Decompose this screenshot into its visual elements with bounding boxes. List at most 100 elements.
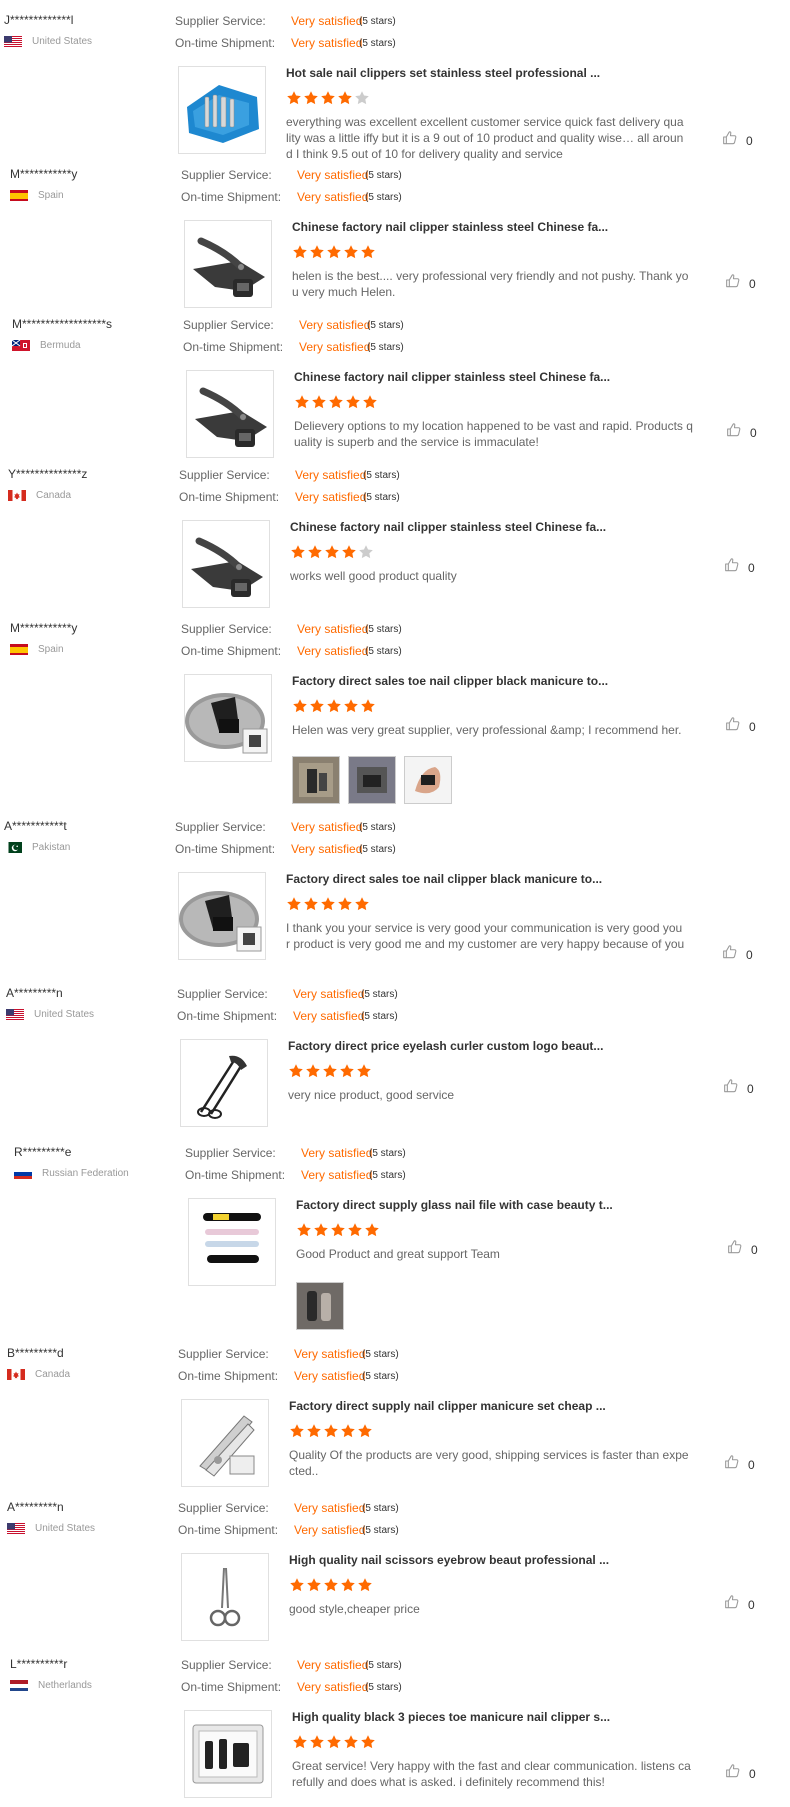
product-title-link[interactable]: Chinese factory nail clipper stainless s… — [294, 370, 610, 384]
supplier-service-label: Supplier Service: — [183, 318, 274, 332]
product-title-link[interactable]: Factory direct sales toe nail clipper bl… — [286, 872, 602, 886]
review-comment: everything was excellent excellent custo… — [286, 115, 684, 161]
on-time-shipment-value: Very satisfied — [295, 490, 367, 504]
star-filled-icon — [340, 1577, 357, 1598]
review-photo[interactable] — [296, 1282, 344, 1330]
like-button[interactable]: 0 — [725, 1763, 756, 1784]
star-filled-icon — [362, 394, 379, 415]
star-filled-icon — [328, 394, 345, 415]
product-title-link[interactable]: Factory direct price eyelash curler cust… — [288, 1039, 603, 1053]
supplier-service-stars-text: (5 stars) — [367, 319, 404, 331]
product-thumbnail[interactable] — [186, 370, 274, 458]
buyer-name: M***********y — [10, 621, 78, 635]
product-title-link[interactable]: Factory direct supply glass nail file wi… — [296, 1198, 613, 1212]
buyer-info: R*********e Russian Federation — [14, 1144, 164, 1180]
like-button[interactable]: 0 — [724, 1594, 755, 1615]
product-thumbnail[interactable] — [181, 1553, 269, 1641]
on-time-shipment-value: Very satisfied — [301, 1168, 373, 1182]
supplier-service-stars-text: (5 stars) — [369, 1147, 406, 1159]
thumbs-up-icon — [724, 1594, 740, 1615]
supplier-service-rating: Supplier Service: Very satisfied (5 stars) — [181, 620, 402, 638]
like-count: 0 — [747, 1081, 754, 1096]
product-title-link[interactable]: High quality nail scissors eyebrow beaut… — [289, 1553, 609, 1567]
on-time-shipment-value: Very satisfied — [297, 190, 369, 204]
like-button[interactable]: 0 — [725, 716, 756, 737]
supplier-service-label: Supplier Service: — [179, 468, 270, 482]
supplier-service-stars-text: (5 stars) — [365, 623, 402, 635]
thumbs-up-icon — [724, 557, 740, 578]
like-count: 0 — [748, 1457, 755, 1472]
on-time-shipment-label: On-time Shipment: — [183, 340, 284, 354]
thumbs-up-icon — [725, 716, 741, 737]
star-filled-icon — [357, 1423, 374, 1444]
review-photo[interactable] — [404, 756, 452, 804]
product-title-link[interactable]: Factory direct sales toe nail clipper bl… — [292, 674, 608, 688]
product-title-link[interactable]: Factory direct supply nail clipper manic… — [289, 1399, 606, 1413]
star-filled-icon — [326, 698, 343, 719]
star-filled-icon — [303, 896, 320, 917]
like-button[interactable]: 0 — [722, 944, 753, 965]
review-photo[interactable] — [292, 756, 340, 804]
on-time-shipment-rating: On-time Shipment: Very satisfied (5 stars) — [178, 1521, 399, 1539]
review-card: R*********e Russian Federation Supplier Se… — [0, 1144, 790, 1330]
star-filled-icon — [286, 896, 303, 917]
buyer-name: B*********d — [7, 1346, 64, 1360]
supplier-service-value: Very satisfied — [293, 987, 365, 1001]
on-time-shipment-rating: On-time Shipment: Very satisfied (5 stars) — [181, 642, 402, 660]
star-filled-icon — [313, 1222, 330, 1243]
star-filled-icon — [320, 90, 337, 111]
like-button[interactable]: 0 — [724, 557, 755, 578]
review-comment: Delievery options to my location happene… — [294, 419, 693, 449]
country-flag-icon — [10, 189, 28, 201]
like-button[interactable]: 0 — [724, 1454, 755, 1475]
product-thumbnail[interactable] — [188, 1198, 276, 1286]
product-thumbnail[interactable] — [184, 1710, 272, 1798]
thumbs-up-icon — [723, 1078, 739, 1099]
review-photos — [292, 756, 460, 804]
like-count: 0 — [749, 719, 756, 734]
star-filled-icon — [322, 1063, 339, 1084]
buyer-country: Russian Federation — [14, 1166, 164, 1180]
like-button[interactable]: 0 — [723, 1078, 754, 1099]
product-thumbnail[interactable] — [178, 872, 266, 960]
like-button[interactable]: 0 — [726, 422, 757, 443]
like-button[interactable]: 0 — [722, 130, 753, 151]
on-time-shipment-stars-text: (5 stars) — [367, 341, 404, 353]
supplier-service-stars-text: (5 stars) — [365, 169, 402, 181]
product-title-link[interactable]: Chinese factory nail clipper stainless s… — [290, 520, 606, 534]
review-comment: very nice product, good service — [288, 1088, 455, 1102]
product-thumbnail[interactable] — [184, 674, 272, 762]
product-thumbnail[interactable] — [184, 220, 272, 308]
buyer-info: L**********r Netherlands — [10, 1656, 160, 1692]
on-time-shipment-rating: On-time Shipment: Very satisfied (5 stars) — [175, 840, 396, 858]
supplier-service-value: Very satisfied — [299, 318, 371, 332]
star-filled-icon — [364, 1222, 381, 1243]
product-thumbnail[interactable] — [181, 1399, 269, 1487]
country-flag-icon — [4, 35, 22, 47]
like-button[interactable]: 0 — [725, 273, 756, 294]
buyer-name: M******************s — [12, 317, 113, 331]
buyer-country: Canada — [8, 488, 158, 502]
product-thumbnail[interactable] — [178, 66, 266, 154]
supplier-service-label: Supplier Service: — [185, 1146, 276, 1160]
country-flag-icon — [10, 1679, 28, 1691]
star-filled-icon — [306, 1577, 323, 1598]
product-title-link[interactable]: High quality black 3 pieces toe manicure… — [292, 1710, 610, 1724]
buyer-info: J*************l United States — [4, 12, 154, 48]
review-photo[interactable] — [348, 756, 396, 804]
review-card: A*********n United States Supplier Service… — [0, 985, 790, 1127]
supplier-service-label: Supplier Service: — [181, 622, 272, 636]
review-rating-stars — [288, 1063, 373, 1084]
like-button[interactable]: 0 — [727, 1239, 758, 1260]
star-filled-icon — [360, 1734, 377, 1755]
product-title-link[interactable]: Hot sale nail clippers set stainless ste… — [286, 66, 600, 80]
star-filled-icon — [309, 244, 326, 265]
star-filled-icon — [305, 1063, 322, 1084]
buyer-name: L**********r — [10, 1657, 68, 1671]
supplier-service-label: Supplier Service: — [175, 14, 266, 28]
star-filled-icon — [354, 896, 371, 917]
product-thumbnail[interactable] — [180, 1039, 268, 1127]
product-title-link[interactable]: Chinese factory nail clipper stainless s… — [292, 220, 608, 234]
on-time-shipment-rating: On-time Shipment: Very satisfied (5 stars) — [181, 188, 402, 206]
product-thumbnail[interactable] — [182, 520, 270, 608]
